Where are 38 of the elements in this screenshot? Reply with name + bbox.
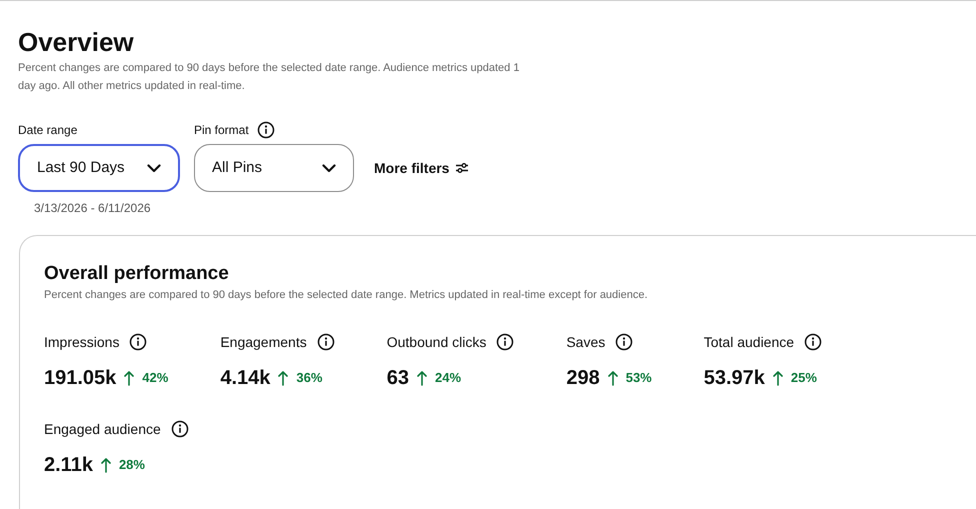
metric-change: 36% bbox=[296, 368, 322, 387]
dropdown-select[interactable]: Last 90 Days bbox=[18, 144, 180, 192]
metric-change: 25% bbox=[790, 368, 817, 387]
metric-label: Saves bbox=[566, 332, 606, 352]
info-icon[interactable] bbox=[804, 333, 822, 351]
field-label: Pin format bbox=[194, 122, 249, 139]
metric-change: 24% bbox=[434, 368, 462, 387]
info-icon[interactable] bbox=[256, 121, 275, 139]
card-description: Percent changes are compared to 90 days before the selected date range. Metrics updated in real-time except for audience. bbox=[44, 288, 649, 303]
metric-change: 42% bbox=[142, 368, 168, 387]
metric-value: 63 bbox=[386, 366, 409, 390]
field-label: Date range bbox=[18, 122, 78, 139]
metric-label: Engaged audience bbox=[44, 420, 161, 439]
sliders-icon bbox=[455, 162, 470, 174]
metric-value: 2.11k bbox=[44, 452, 93, 478]
info-icon[interactable] bbox=[170, 420, 189, 438]
metric-value: 298 bbox=[566, 366, 600, 390]
page-description: Percent changes are compared to 90 days before the selected date range. Audience metrics updated 1 day ago. All other metrics updated in real-time. bbox=[18, 61, 520, 94]
info-icon[interactable] bbox=[129, 333, 148, 351]
metric-value: 191.05k bbox=[44, 366, 116, 390]
metric-label: Outbound clicks bbox=[386, 332, 486, 352]
metric-change: 53% bbox=[626, 368, 652, 387]
metric-label: Total audience bbox=[704, 332, 794, 352]
metric-label: Engagements bbox=[220, 332, 307, 352]
metric-change: 28% bbox=[118, 456, 145, 474]
more-filters-button[interactable]: More filters bbox=[368, 144, 476, 192]
info-icon[interactable] bbox=[316, 333, 335, 351]
chevron-down-icon bbox=[322, 164, 336, 172]
metric-value: 53.97k bbox=[704, 366, 765, 390]
date-range-caption: 3/13/2026 - 6/11/2026 bbox=[34, 200, 152, 217]
metric-value: 4.14k bbox=[220, 366, 270, 390]
metric-label: Impressions bbox=[44, 332, 120, 352]
dropdown-select[interactable]: All Pins bbox=[194, 144, 354, 192]
page-title: Overview bbox=[18, 27, 135, 57]
chevron-down-icon bbox=[147, 164, 161, 172]
card-title: Overall performance bbox=[44, 262, 230, 286]
info-icon[interactable] bbox=[615, 333, 634, 351]
info-icon[interactable] bbox=[496, 333, 514, 351]
